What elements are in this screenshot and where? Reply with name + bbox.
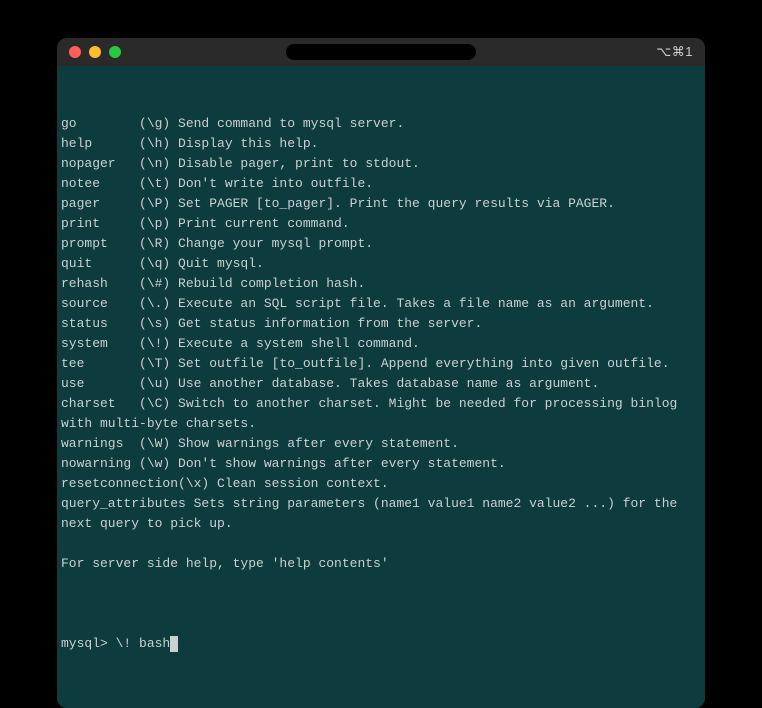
help-line: help (\h) Display this help. [61, 134, 701, 154]
terminal-body[interactable]: go (\g) Send command to mysql server.hel… [57, 66, 705, 708]
titlebar: ⌥⌘1 [57, 38, 705, 66]
help-line: prompt (\R) Change your mysql prompt. [61, 234, 701, 254]
help-output: go (\g) Send command to mysql server.hel… [61, 114, 701, 594]
prompt-input[interactable]: \! bash [116, 634, 171, 654]
help-line [61, 574, 701, 594]
keyboard-shortcut-label: ⌥⌘1 [656, 44, 693, 60]
cursor [170, 636, 178, 652]
help-line: nopager (\n) Disable pager, print to std… [61, 154, 701, 174]
prompt-prefix: mysql> [61, 634, 116, 654]
help-line [61, 534, 701, 554]
close-button[interactable] [69, 46, 81, 58]
zoom-button[interactable] [109, 46, 121, 58]
help-line: tee (\T) Set outfile [to_outfile]. Appen… [61, 354, 701, 374]
prompt-line[interactable]: mysql> \! bash [61, 634, 701, 654]
help-line: For server side help, type 'help content… [61, 554, 701, 574]
help-line: system (\!) Execute a system shell comma… [61, 334, 701, 354]
help-line: go (\g) Send command to mysql server. [61, 114, 701, 134]
minimize-button[interactable] [89, 46, 101, 58]
help-line: charset (\C) Switch to another charset. … [61, 394, 701, 434]
help-line: notee (\t) Don't write into outfile. [61, 174, 701, 194]
traffic-lights [69, 46, 121, 58]
help-line: nowarning (\w) Don't show warnings after… [61, 454, 701, 474]
help-line: status (\s) Get status information from … [61, 314, 701, 334]
help-line: use (\u) Use another database. Takes dat… [61, 374, 701, 394]
help-line: source (\.) Execute an SQL script file. … [61, 294, 701, 314]
help-line: quit (\q) Quit mysql. [61, 254, 701, 274]
help-line: rehash (\#) Rebuild completion hash. [61, 274, 701, 294]
help-line: query_attributes Sets string parameters … [61, 494, 701, 534]
help-line: resetconnection(\x) Clean session contex… [61, 474, 701, 494]
help-line: warnings (\W) Show warnings after every … [61, 434, 701, 454]
terminal-window: ⌥⌘1 go (\g) Send command to mysql server… [57, 38, 705, 708]
title-redacted [286, 44, 476, 60]
help-line: pager (\P) Set PAGER [to_pager]. Print t… [61, 194, 701, 214]
help-line: print (\p) Print current command. [61, 214, 701, 234]
